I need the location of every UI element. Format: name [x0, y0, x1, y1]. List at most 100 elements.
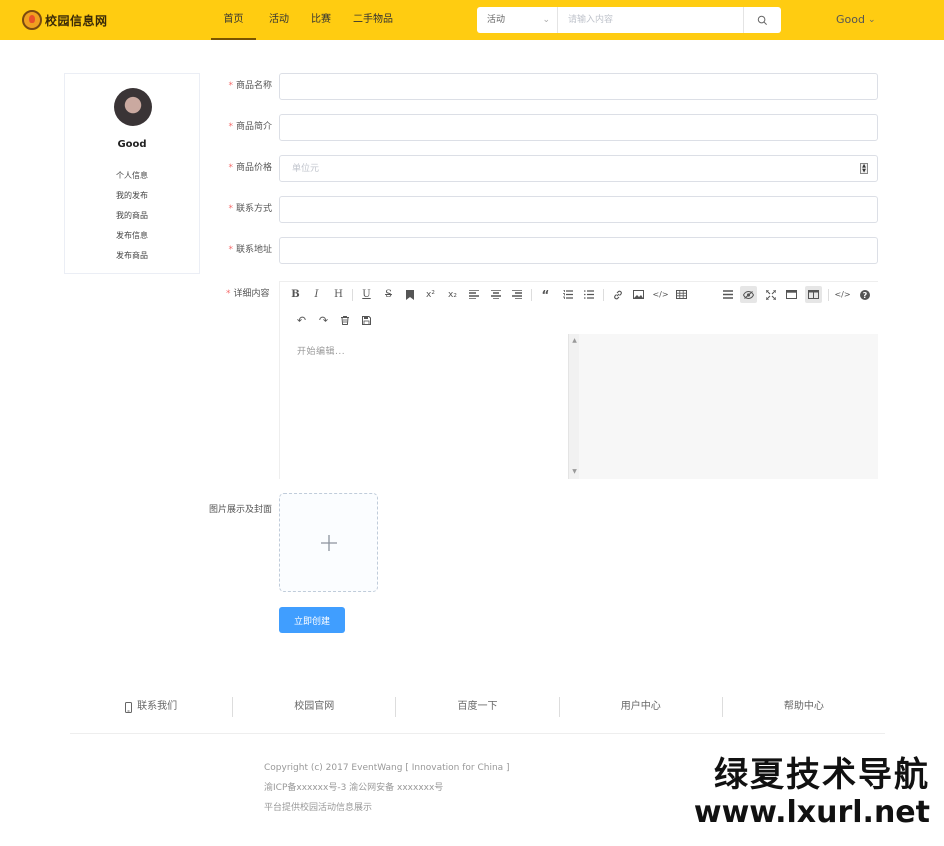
profile-sidebar: Good 个人信息 我的发布 我的商品 发布信息 发布商品: [64, 73, 200, 274]
goods-intro-input[interactable]: [279, 114, 878, 141]
footer-link-user-center[interactable]: 用户中心: [560, 697, 723, 717]
unordered-list-icon[interactable]: [580, 286, 597, 303]
search-bar: 活动 ⌄: [477, 7, 781, 33]
goods-name-input[interactable]: [279, 73, 878, 100]
sidebar-item-publish-goods[interactable]: 发布商品: [65, 246, 199, 266]
goods-price-input[interactable]: [279, 155, 878, 182]
footer-link-contact[interactable]: 联系我们: [70, 697, 234, 717]
form-row-goods-intro: * 商品简介: [200, 114, 878, 141]
form-row-contact: * 联系方式: [200, 196, 878, 223]
footer-link-campus-site[interactable]: 校园官网: [233, 697, 397, 717]
nav-item-competitions[interactable]: 比赛: [311, 0, 331, 40]
nav-item-activities[interactable]: 活动: [269, 0, 289, 40]
field-label: * 商品价格: [228, 163, 272, 173]
code-icon[interactable]: </>: [652, 286, 669, 303]
form-row-goods-price: *商品价格 ▲▼: [200, 155, 878, 182]
main-nav: 首页 活动 比赛 二手物品: [211, 0, 415, 40]
editor-toolbar: B I H U S x² x₂ “ </> </> ? ↶ ↷: [280, 282, 878, 334]
price-stepper[interactable]: ▲ ▼: [860, 163, 868, 174]
copyright-line: Copyright (c) 2017 EventWang [ Innovatio…: [264, 763, 510, 773]
user-menu-name: Good: [836, 13, 865, 26]
contact-input[interactable]: [279, 196, 878, 223]
editor-preview: [579, 334, 878, 479]
help-icon[interactable]: ?: [856, 286, 873, 303]
link-icon[interactable]: [609, 286, 626, 303]
search-input[interactable]: [558, 7, 743, 33]
field-label: * 商品简介: [228, 122, 272, 132]
fullscreen-icon[interactable]: [762, 286, 779, 303]
preview-toggle-icon[interactable]: [740, 286, 757, 303]
editor-textarea[interactable]: 开始编辑...: [280, 334, 578, 479]
toolbar-separator: [603, 289, 604, 301]
mark-icon[interactable]: [401, 286, 418, 303]
quote-icon[interactable]: “: [537, 286, 554, 303]
phone-icon: [125, 701, 133, 713]
top-header: 校园信息网 首页 活动 比赛 二手物品 活动 ⌄ Good ⌄: [0, 0, 944, 40]
toolbar-separator: [828, 289, 829, 301]
sidebar-item-my-posts[interactable]: 我的发布: [65, 186, 199, 206]
footer-links: 联系我们 校园官网 百度一下 用户中心 帮助中心: [70, 697, 885, 717]
nav-item-secondhand[interactable]: 二手物品: [353, 0, 393, 40]
source-code-icon[interactable]: </>: [834, 286, 851, 303]
navigation-icon[interactable]: [719, 286, 736, 303]
bold-icon[interactable]: B: [287, 286, 304, 303]
split-view-icon[interactable]: [805, 286, 822, 303]
avatar: [114, 88, 152, 126]
italic-icon[interactable]: I: [308, 286, 325, 303]
platform-line: 平台提供校园活动信息展示: [264, 803, 373, 813]
footer-link-help[interactable]: 帮助中心: [723, 697, 885, 717]
ordered-list-icon[interactable]: [559, 286, 576, 303]
align-left-icon[interactable]: [465, 286, 482, 303]
field-label: * 商品名称: [228, 81, 272, 91]
html-view-icon[interactable]: [783, 286, 800, 303]
svg-text:?: ?: [862, 291, 867, 300]
footer-link-baidu[interactable]: 百度一下: [396, 697, 560, 717]
watermark: 绿夏技术导航 www.lxurl.net: [694, 754, 930, 830]
heading-icon[interactable]: H: [330, 286, 347, 303]
image-icon[interactable]: [630, 286, 647, 303]
editor-scrollbar[interactable]: ▲ ▼: [568, 334, 579, 479]
editor-placeholder: 开始编辑...: [297, 347, 346, 357]
search-category-select[interactable]: 活动 ⌄: [477, 7, 558, 33]
align-right-icon[interactable]: [508, 286, 525, 303]
strikethrough-icon[interactable]: S: [380, 286, 397, 303]
scroll-up-icon[interactable]: ▲: [570, 336, 579, 346]
toolbar-separator: [531, 289, 532, 301]
address-input[interactable]: [279, 237, 878, 264]
sidebar-menu: 个人信息 我的发布 我的商品 发布信息 发布商品: [65, 166, 199, 266]
undo-icon[interactable]: ↶: [293, 312, 310, 329]
subscript-icon[interactable]: x₂: [444, 286, 461, 303]
search-category-value: 活动: [487, 15, 506, 25]
sidebar-item-my-goods[interactable]: 我的商品: [65, 206, 199, 226]
trash-icon[interactable]: [336, 312, 353, 329]
create-button[interactable]: 立即创建: [279, 607, 345, 633]
underline-icon[interactable]: U: [358, 286, 375, 303]
redo-icon[interactable]: ↷: [315, 312, 332, 329]
watermark-title: 绿夏技术导航: [714, 755, 930, 795]
profile-username: Good: [117, 139, 147, 150]
sidebar-item-publish-info[interactable]: 发布信息: [65, 226, 199, 246]
search-button[interactable]: [743, 7, 781, 33]
icp-line: 渝ICP备xxxxxx号-3 渝公网安备 xxxxxxx号: [264, 783, 444, 793]
save-icon[interactable]: [358, 312, 375, 329]
watermark-url: www.lxurl.net: [693, 795, 930, 830]
copyright-block: Copyright (c) 2017 EventWang [ Innovatio…: [264, 758, 510, 818]
footer-divider: [70, 733, 885, 734]
logo-text: 校园信息网: [45, 13, 108, 28]
chevron-down-icon: ⌄: [867, 14, 876, 25]
upload-label: 图片展示及封面: [208, 505, 272, 515]
editor-label: * 详细内容: [226, 289, 270, 299]
sidebar-item-profile[interactable]: 个人信息: [65, 166, 199, 186]
footer-link-label: 联系我们: [137, 701, 178, 712]
nav-item-home[interactable]: 首页: [211, 0, 256, 40]
align-center-icon[interactable]: [487, 286, 504, 303]
table-icon[interactable]: [673, 286, 690, 303]
scroll-down-icon[interactable]: ▼: [570, 467, 579, 477]
form-row-goods-name: * 商品名称: [200, 73, 878, 100]
superscript-icon[interactable]: x²: [422, 286, 439, 303]
image-upload-box[interactable]: [279, 493, 378, 592]
user-menu[interactable]: Good ⌄: [836, 13, 876, 26]
field-label: * 联系方式: [228, 204, 272, 214]
field-label: * 联系地址: [228, 245, 272, 255]
site-logo[interactable]: 校园信息网: [22, 9, 108, 31]
